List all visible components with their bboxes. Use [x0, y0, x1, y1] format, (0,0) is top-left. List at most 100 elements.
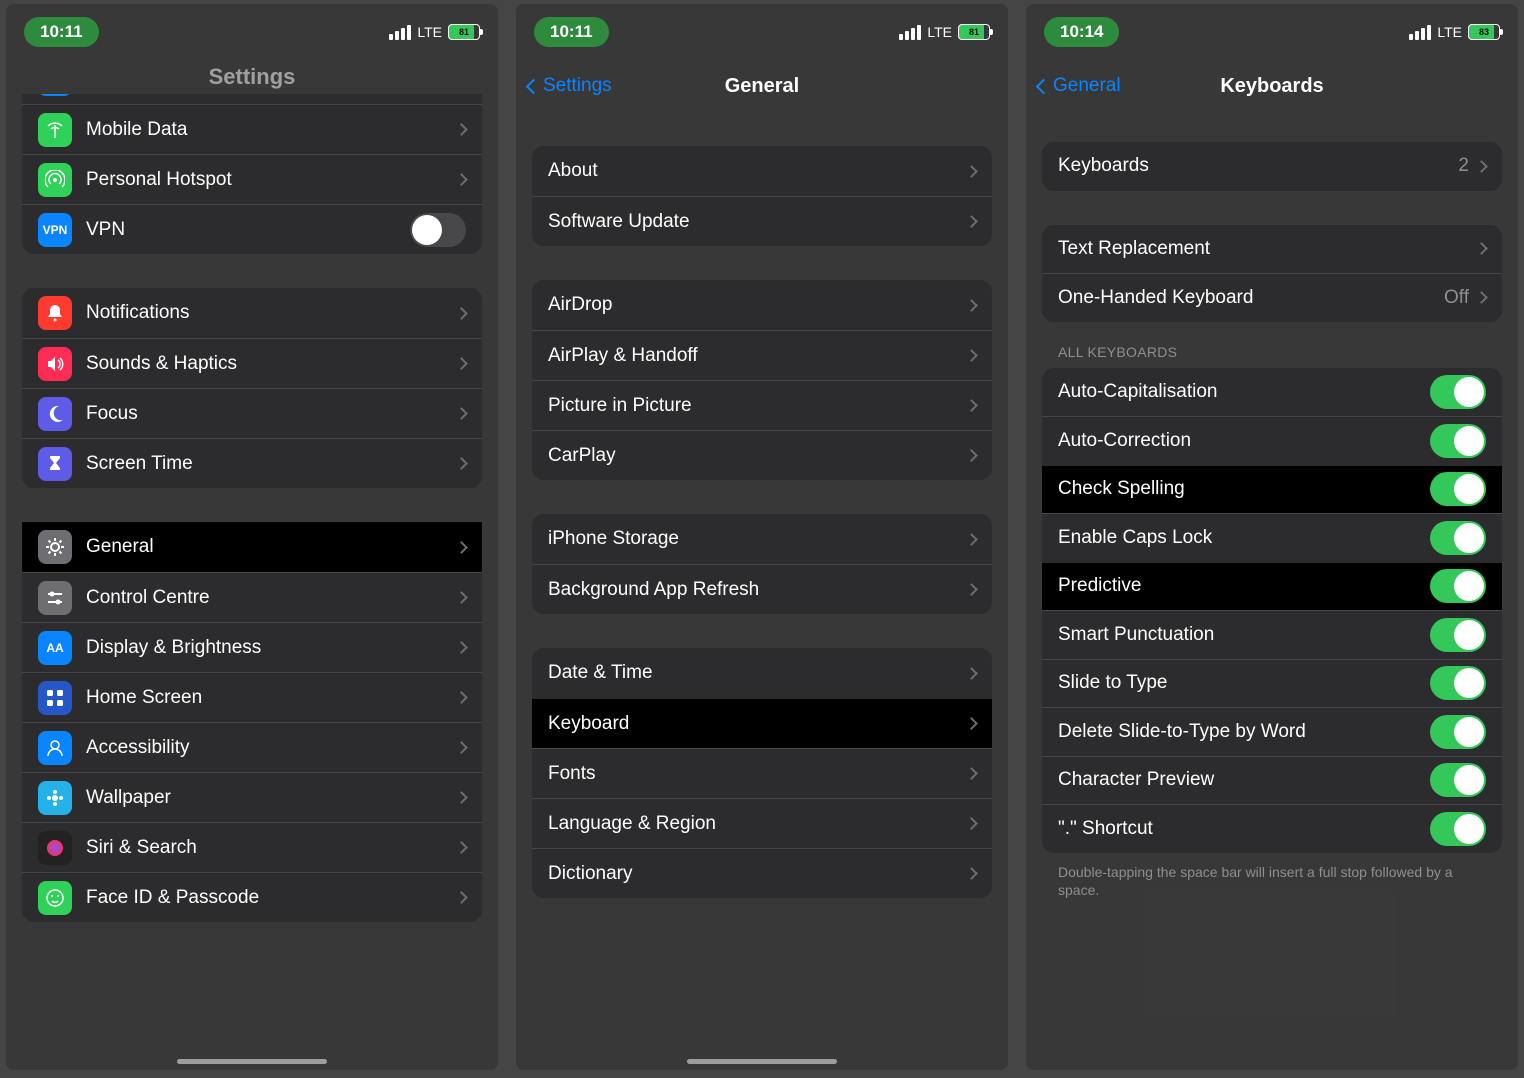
general-row-about[interactable]: About	[532, 146, 992, 196]
status-bar: 10:14 LTE 83	[1026, 4, 1518, 60]
all-keyboards-header: ALL KEYBOARDS	[1042, 322, 1502, 368]
settings-row-focus[interactable]: Focus	[22, 388, 482, 438]
settings-row-bluetooth[interactable]: BluetoothOff	[22, 94, 482, 104]
settings-screen: 10:11 LTE 81 Settings BluetoothOffMobile…	[6, 4, 498, 1070]
row-label: Smart Punctuation	[1058, 624, 1430, 646]
keyboard-toggle-check-spelling[interactable]: Check Spelling	[1042, 465, 1502, 514]
row-label: Auto-Correction	[1058, 430, 1430, 452]
toggle-switch[interactable]	[1430, 521, 1486, 555]
signal-icon	[899, 25, 921, 40]
general-row-date-time[interactable]: Date & Time	[532, 648, 992, 698]
battery-icon: 83	[1468, 24, 1500, 40]
network-label: LTE	[927, 24, 952, 40]
settings-row-vpn[interactable]: VPNVPN	[22, 204, 482, 254]
AA-icon: AA	[38, 631, 72, 665]
row-label: CarPlay	[548, 445, 967, 467]
settings-row-personal-hotspot[interactable]: Personal Hotspot	[22, 154, 482, 204]
general-row-dictionary[interactable]: Dictionary	[532, 848, 992, 898]
siri-icon	[38, 831, 72, 865]
settings-row-accessibility[interactable]: Accessibility	[22, 722, 482, 772]
row-label: Slide to Type	[1058, 672, 1430, 694]
toggle-switch[interactable]	[1430, 666, 1486, 700]
general-row-background-app-refresh[interactable]: Background App Refresh	[532, 564, 992, 614]
chevron-right-icon	[455, 541, 468, 554]
chevron-right-icon	[965, 533, 978, 546]
chevron-right-icon	[455, 691, 468, 704]
settings-row-display-brightness[interactable]: AADisplay & Brightness	[22, 622, 482, 672]
keyboard-toggle-auto-correction[interactable]: Auto-Correction	[1042, 416, 1502, 465]
keyboard-toggle-slide-to-type[interactable]: Slide to Type	[1042, 659, 1502, 708]
general-row-language-region[interactable]: Language & Region	[532, 798, 992, 848]
row-label: Notifications	[86, 302, 457, 324]
row-label: Delete Slide-to-Type by Word	[1058, 721, 1430, 743]
chevron-right-icon	[1475, 291, 1488, 304]
settings-row-siri-search[interactable]: Siri & Search	[22, 822, 482, 872]
keyboards-row-text-replacement[interactable]: Text Replacement	[1042, 225, 1502, 274]
hourglass-icon	[38, 447, 72, 481]
chevron-right-icon	[455, 641, 468, 654]
row-label: Language & Region	[548, 813, 967, 835]
row-label: Predictive	[1058, 575, 1430, 597]
keyboard-toggle-predictive[interactable]: Predictive	[1042, 562, 1502, 611]
chevron-left-icon	[526, 78, 542, 94]
toggle-switch[interactable]	[1430, 472, 1486, 506]
chevron-right-icon	[965, 767, 978, 780]
general-row-software-update[interactable]: Software Update	[532, 196, 992, 246]
row-label: About	[548, 160, 967, 182]
keyboard-toggle-smart-punctuation[interactable]: Smart Punctuation	[1042, 610, 1502, 659]
row-label: AirPlay & Handoff	[548, 345, 967, 367]
keyboard-toggle-character-preview[interactable]: Character Preview	[1042, 756, 1502, 805]
settings-row-screen-time[interactable]: Screen Time	[22, 438, 482, 488]
general-row-carplay[interactable]: CarPlay	[532, 430, 992, 480]
back-button[interactable]: General	[1038, 75, 1121, 97]
nav-bar: General Keyboards	[1026, 60, 1518, 112]
settings-row-mobile-data[interactable]: Mobile Data	[22, 104, 482, 154]
chevron-right-icon	[455, 457, 468, 470]
settings-row-control-centre[interactable]: Control Centre	[22, 572, 482, 622]
chevron-right-icon	[965, 165, 978, 178]
toggle-switch[interactable]	[1430, 812, 1486, 846]
settings-row-face-id-passcode[interactable]: Face ID & Passcode	[22, 872, 482, 922]
chevron-right-icon	[455, 591, 468, 604]
home-indicator[interactable]	[687, 1059, 837, 1064]
toggle-switch[interactable]	[1430, 569, 1486, 603]
general-row-airplay-handoff[interactable]: AirPlay & Handoff	[532, 330, 992, 380]
toggle-switch[interactable]	[1430, 375, 1486, 409]
general-row-iphone-storage[interactable]: iPhone Storage	[532, 514, 992, 564]
chevron-right-icon	[455, 891, 468, 904]
chevron-right-icon	[965, 299, 978, 312]
toggle-switch[interactable]	[1430, 618, 1486, 652]
toggle-switch[interactable]	[1430, 424, 1486, 458]
row-label: Background App Refresh	[548, 579, 967, 601]
general-row-fonts[interactable]: Fonts	[532, 748, 992, 798]
keyboard-toggle-delete-slide-to-type-by-word[interactable]: Delete Slide-to-Type by Word	[1042, 707, 1502, 756]
general-row-picture-in-picture[interactable]: Picture in Picture	[532, 380, 992, 430]
settings-row-wallpaper[interactable]: Wallpaper	[22, 772, 482, 822]
page-title: Keyboards	[1220, 75, 1323, 98]
general-row-airdrop[interactable]: AirDrop	[532, 280, 992, 330]
keyboard-toggle--shortcut[interactable]: "." Shortcut	[1042, 804, 1502, 853]
general-row-keyboard[interactable]: Keyboard	[532, 698, 992, 748]
keyboard-toggle-enable-caps-lock[interactable]: Enable Caps Lock	[1042, 513, 1502, 562]
keyboards-row-keyboards[interactable]: Keyboards2	[1042, 142, 1502, 191]
toggle-switch[interactable]	[1430, 763, 1486, 797]
keyboards-row-one-handed-keyboard[interactable]: One-Handed KeyboardOff	[1042, 273, 1502, 322]
settings-row-general[interactable]: General	[22, 522, 482, 572]
toggle-switch[interactable]	[1430, 715, 1486, 749]
home-indicator[interactable]	[177, 1059, 327, 1064]
row-label: Dictionary	[548, 863, 967, 885]
moon-icon	[38, 397, 72, 431]
settings-row-notifications[interactable]: Notifications	[22, 288, 482, 338]
row-label: Keyboard	[548, 713, 967, 735]
toggle-switch[interactable]	[410, 213, 466, 247]
settings-row-sounds-haptics[interactable]: Sounds & Haptics	[22, 338, 482, 388]
status-bar: 10:11 LTE 81	[6, 4, 498, 60]
row-label: Enable Caps Lock	[1058, 527, 1430, 549]
row-label: Auto-Capitalisation	[1058, 381, 1430, 403]
network-label: LTE	[417, 24, 442, 40]
keyboard-toggle-auto-capitalisation[interactable]: Auto-Capitalisation	[1042, 368, 1502, 417]
back-button[interactable]: Settings	[528, 75, 612, 97]
row-label: Siri & Search	[86, 837, 457, 859]
settings-row-home-screen[interactable]: Home Screen	[22, 672, 482, 722]
chevron-right-icon	[455, 173, 468, 186]
